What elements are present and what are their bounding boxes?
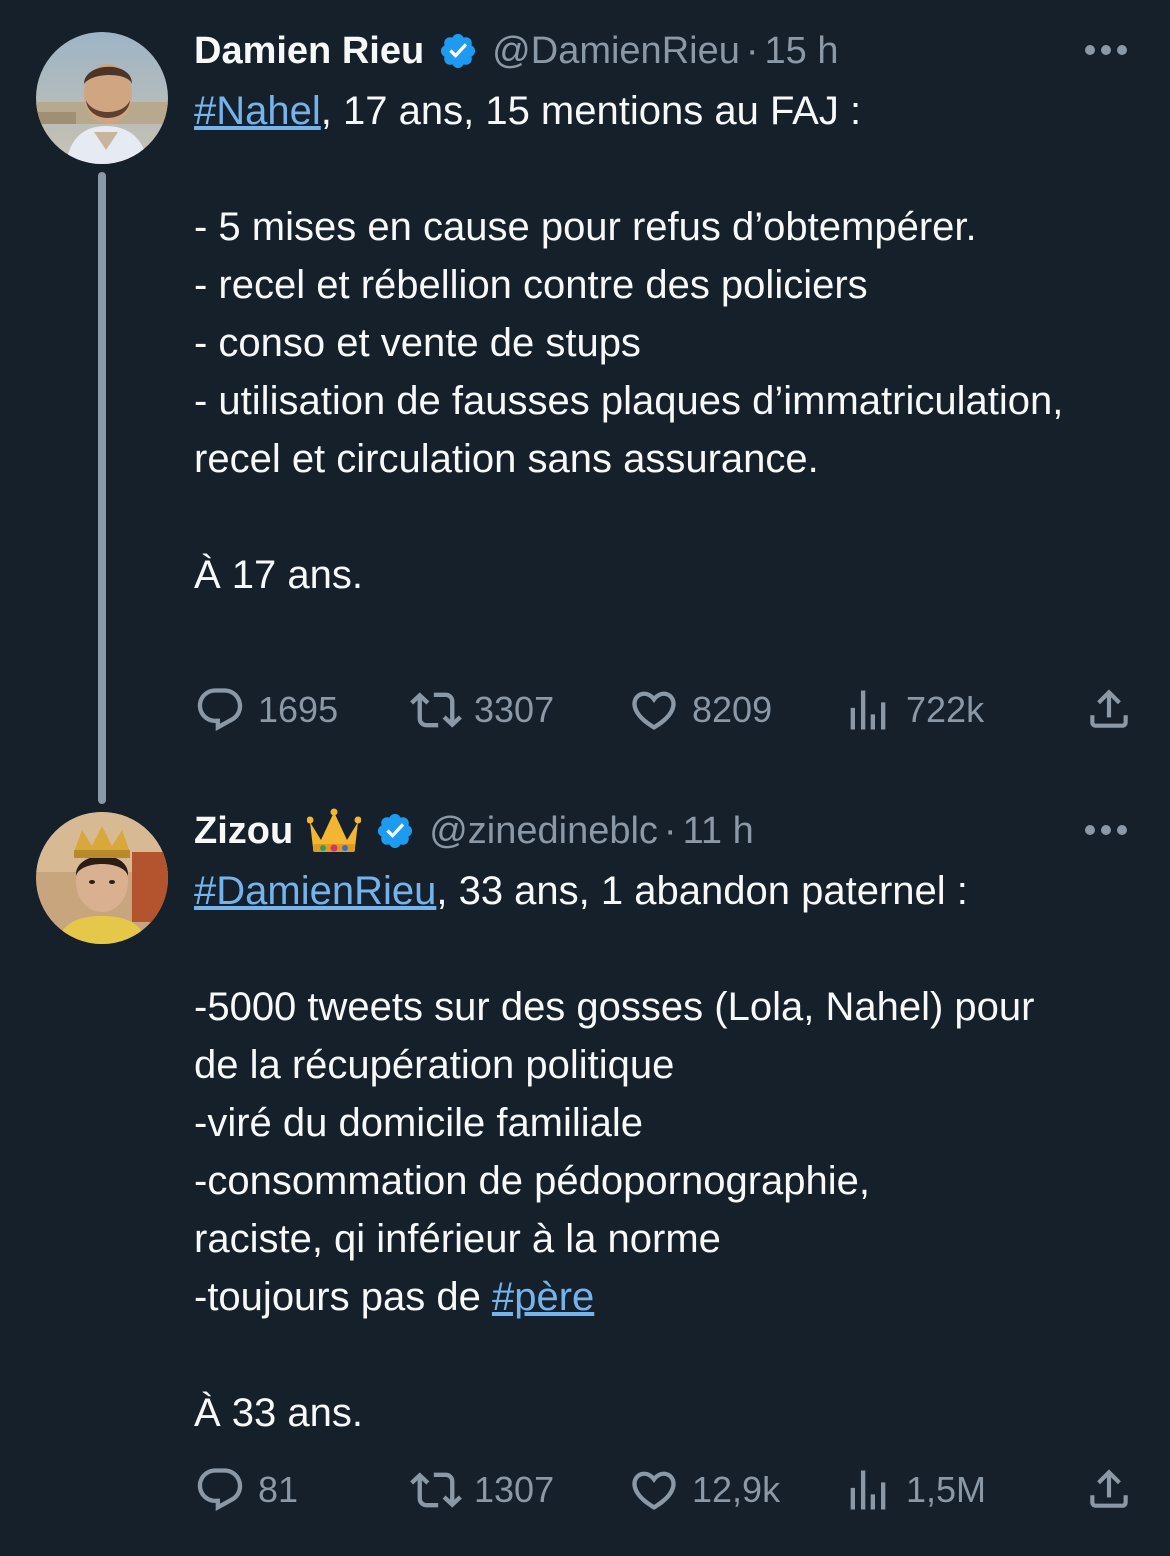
views-count: 1,5M bbox=[906, 1469, 987, 1510]
views-icon bbox=[850, 690, 886, 730]
tweet-line: - utilisation de fausses plaques d’immat… bbox=[194, 379, 1064, 481]
tweet-header: Damien Rieu @DamienRieu · 15 h bbox=[194, 25, 838, 77]
avatar-zizou[interactable] bbox=[36, 812, 168, 944]
reply-button[interactable]: 1695 bbox=[194, 680, 338, 740]
author-name[interactable]: Damien Rieu bbox=[194, 30, 424, 73]
tweet-line: - recel et rébellion contre des policier… bbox=[194, 263, 868, 307]
heart-icon bbox=[632, 691, 676, 730]
reply-count: 81 bbox=[258, 1469, 299, 1510]
tweet-line: -toujours pas de #père bbox=[194, 1268, 1124, 1326]
tweet-text: #DamienRieu, 33 ans, 1 abandon paternel … bbox=[194, 862, 1124, 1442]
tweet-time[interactable]: 15 h bbox=[765, 30, 839, 73]
tweet-line: - 5 mises en cause pour refus d’obtempér… bbox=[194, 205, 977, 249]
reply-icon bbox=[197, 1468, 243, 1512]
retweet-button[interactable]: 1307 bbox=[410, 1460, 554, 1520]
tweet-line: -viré du domicile familiale bbox=[194, 1101, 644, 1145]
share-icon[interactable] bbox=[1084, 684, 1134, 734]
tweet-line: - conso et vente de stups bbox=[194, 321, 641, 365]
author-name[interactable]: Zizou bbox=[194, 810, 293, 853]
intro-text: , 17 ans, 15 mentions au FAJ : bbox=[320, 89, 862, 133]
tweet-actions: 81 1307 12,9k 1,5M bbox=[194, 1460, 1134, 1520]
verified-badge-icon bbox=[378, 813, 413, 849]
tweet-line: -5000 tweets sur des gosses (Lola, Nahel… bbox=[194, 985, 1035, 1087]
reply-button[interactable]: 81 bbox=[194, 1460, 298, 1520]
share-icon[interactable] bbox=[1084, 1464, 1134, 1514]
like-count: 8209 bbox=[692, 689, 773, 730]
verified-badge-icon bbox=[441, 33, 476, 69]
reply-count: 1695 bbox=[258, 689, 339, 730]
thread-connector-line bbox=[98, 172, 106, 804]
last-line-text: -toujours pas de bbox=[194, 1275, 492, 1319]
hashtag-link[interactable]: #père bbox=[492, 1275, 594, 1319]
retweet-count: 1307 bbox=[474, 1469, 555, 1510]
tweet-closing: À 33 ans. bbox=[194, 1391, 364, 1435]
avatar-damien-rieu[interactable] bbox=[36, 32, 168, 164]
hashtag-link[interactable]: #Nahel bbox=[194, 89, 321, 133]
like-button[interactable]: 8209 bbox=[628, 680, 772, 740]
views-button[interactable]: 1,5M bbox=[842, 1460, 986, 1520]
tweet-closing: À 17 ans. bbox=[194, 553, 364, 597]
retweet-icon bbox=[410, 692, 462, 728]
author-handle[interactable]: @zinedineblc bbox=[429, 810, 658, 853]
like-count: 12,9k bbox=[692, 1469, 781, 1510]
reply-icon bbox=[197, 688, 243, 732]
tweet-header: Zizou @zinedineblc · 11 h bbox=[194, 805, 754, 857]
tweet-text: #Nahel, 17 ans, 15 mentions au FAJ : - 5… bbox=[194, 82, 1124, 604]
like-button[interactable]: 12,9k bbox=[628, 1460, 780, 1520]
more-icon[interactable] bbox=[1084, 44, 1128, 56]
views-button[interactable]: 722k bbox=[842, 680, 984, 740]
more-icon[interactable] bbox=[1084, 824, 1128, 836]
tweet-intro-line: #Nahel, 17 ans, 15 mentions au FAJ : bbox=[194, 82, 1124, 140]
tweet-time[interactable]: 11 h bbox=[683, 810, 754, 853]
retweet-icon bbox=[410, 1472, 462, 1508]
views-count: 722k bbox=[906, 689, 985, 730]
author-handle[interactable]: @DamienRieu bbox=[492, 30, 740, 73]
hashtag-link[interactable]: #DamienRieu bbox=[194, 869, 436, 913]
retweet-button[interactable]: 3307 bbox=[410, 680, 554, 740]
tweet-actions: 1695 3307 8209 722k bbox=[194, 680, 1134, 740]
crown-emoji-icon bbox=[307, 808, 362, 852]
intro-text: , 33 ans, 1 abandon paternel : bbox=[436, 869, 968, 913]
heart-icon bbox=[632, 1471, 676, 1510]
tweet-intro-line: #DamienRieu, 33 ans, 1 abandon paternel … bbox=[194, 862, 1124, 920]
separator-dot: · bbox=[663, 809, 677, 852]
views-icon bbox=[850, 1470, 886, 1510]
retweet-count: 3307 bbox=[474, 689, 555, 730]
separator-dot: · bbox=[745, 29, 759, 72]
tweet-line: -consommation de pédopornographie, racis… bbox=[194, 1159, 870, 1261]
